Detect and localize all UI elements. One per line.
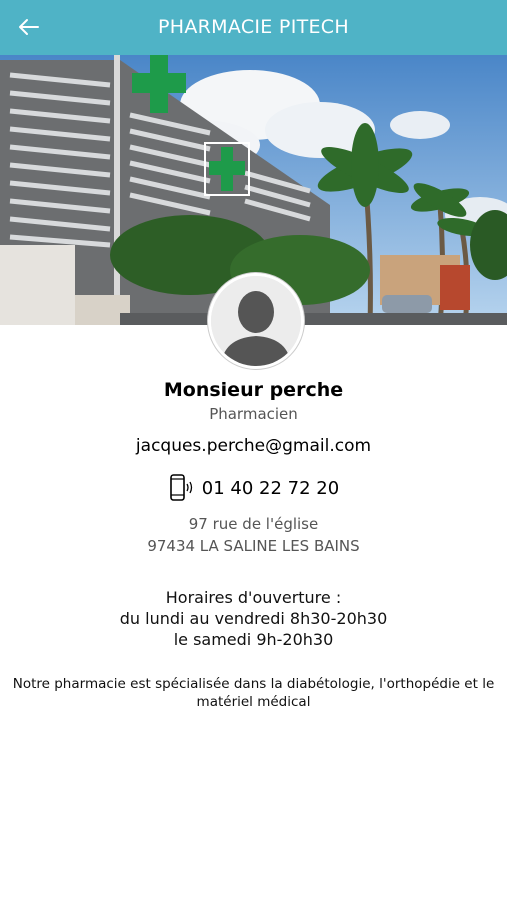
person-silhouette-icon [211,276,301,366]
phone-link[interactable]: 01 40 22 72 20 [0,473,507,503]
pharmacist-name: Monsieur perche [163,379,344,401]
address-line-1: 97 rue de l'église [188,515,319,533]
address-line-2: 97434 LA SALINE LES BAINS [147,537,360,555]
opening-hours-weekdays: du lundi au vendredi 8h30-20h30 [119,609,388,628]
pharmacist-role: Pharmacien [209,405,298,423]
phone-number: 01 40 22 72 20 [201,477,340,499]
page-title: PHARMACIE PITECH [158,16,349,38]
mobile-phone-icon [169,474,192,501]
opening-hours-title: Horaires d'ouverture : [165,588,342,607]
app-bar: PHARMACIE PITECH [0,0,507,55]
opening-hours-saturday: le samedi 9h-20h30 [173,630,334,649]
pharmacy-description: Notre pharmacie est spécialisée dans la … [12,676,495,710]
avatar [208,273,304,369]
email-link[interactable]: jacques.perche@gmail.com [0,436,507,456]
